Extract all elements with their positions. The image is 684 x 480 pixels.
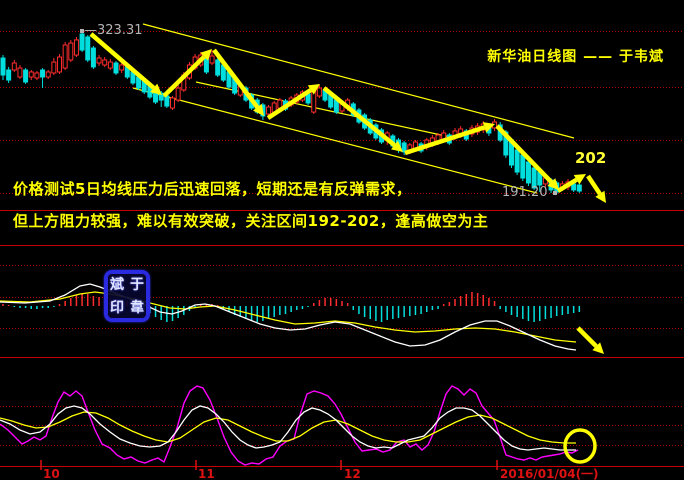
seal-char: 于 bbox=[130, 276, 144, 293]
seal-char: 斌 bbox=[110, 276, 124, 293]
panel-dividers bbox=[0, 210, 684, 467]
target-price-label: 202 bbox=[575, 149, 607, 167]
macd-lines bbox=[0, 283, 577, 351]
seal-stamp: 斌 于 印 韋 bbox=[104, 270, 150, 322]
annotation-line-1: 价格测试5日均线压力后迅速回落，短期还是有反弹需求， bbox=[13, 180, 412, 198]
seal-char: 韋 bbox=[130, 299, 144, 316]
annotation-line-2: 但上方阻力较强，难以有效突破，关注区间192-202，逢高做空为主 bbox=[13, 212, 489, 230]
month-label-11: 11 bbox=[198, 467, 215, 480]
axis-ticks bbox=[40, 460, 498, 470]
month-label-10: 10 bbox=[43, 467, 60, 480]
date-label: 2016/01/04(一) bbox=[500, 467, 599, 480]
grid-lines bbox=[0, 31, 684, 446]
seal-char: 印 bbox=[110, 299, 124, 316]
macd-histogram bbox=[2, 292, 581, 322]
peak-price-label: —323.31 bbox=[84, 23, 143, 38]
chart-title: 新华油日线图 —— 于韦斌 bbox=[487, 49, 664, 65]
chart-window: —323.31 新华油日线图 —— 于韦斌 191.20 202 价格测试5日均… bbox=[0, 0, 684, 480]
month-label-12: 12 bbox=[344, 467, 361, 480]
low-price-label: 191.20 bbox=[502, 185, 548, 200]
chart-canvas[interactable] bbox=[0, 0, 684, 480]
